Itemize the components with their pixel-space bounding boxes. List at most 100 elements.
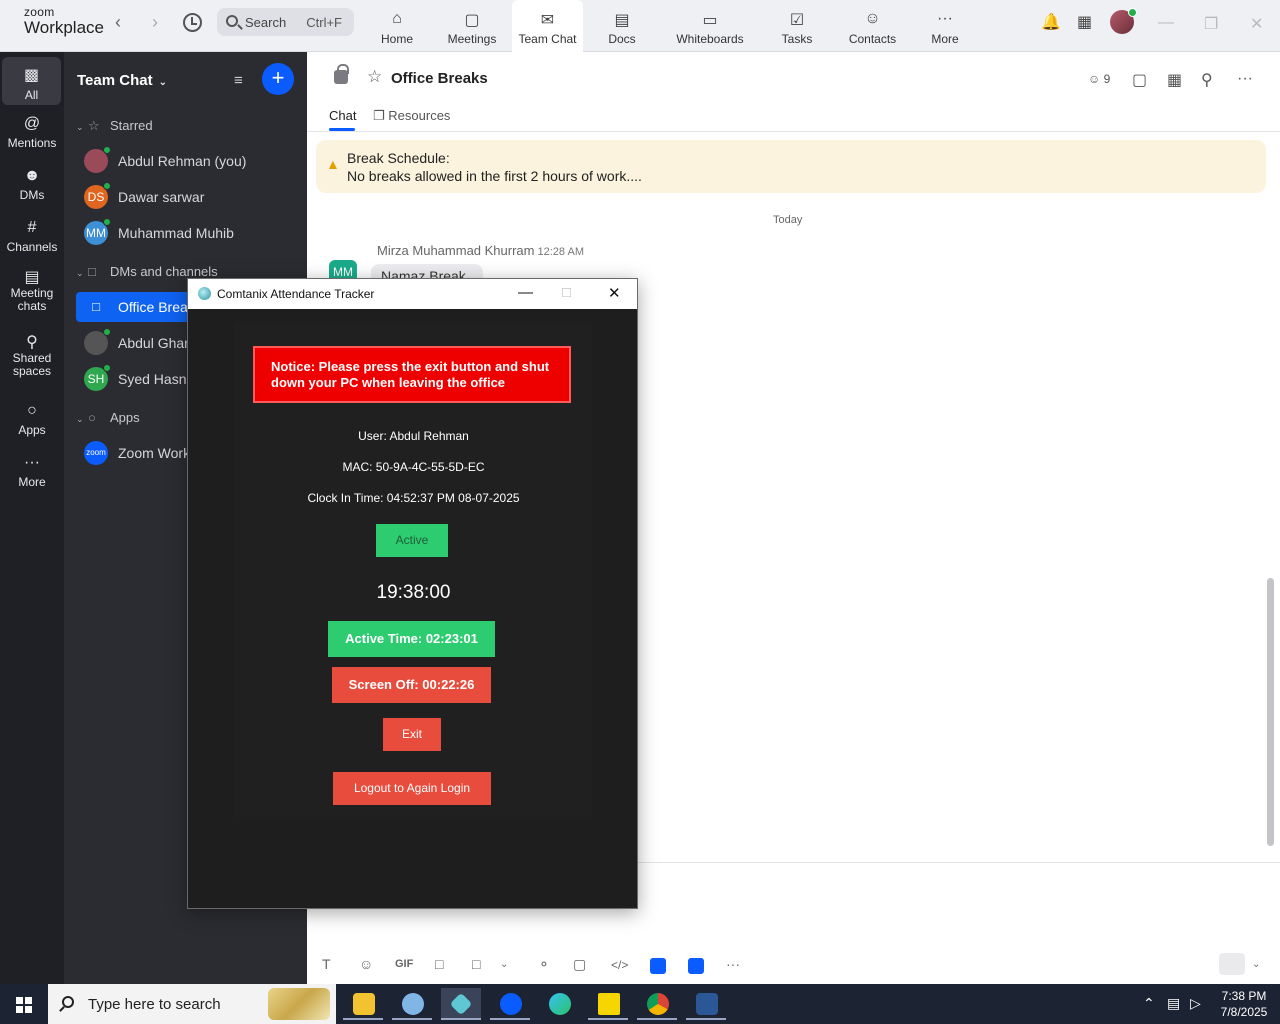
sidebar-item-muhammad-muhib[interactable]: MM Muhammad Muhib bbox=[76, 218, 296, 248]
tab-resources[interactable]: ❐ Resources bbox=[373, 108, 450, 124]
rail-item-all[interactable]: ▩ All bbox=[2, 57, 61, 105]
edge-browser-icon[interactable] bbox=[539, 988, 579, 1020]
logout-button[interactable]: Logout to Again Login bbox=[333, 772, 491, 805]
sidebar-item-label: Abdul Rehman (you) bbox=[118, 153, 247, 169]
rail-item-dms[interactable]: ☻ DMs bbox=[0, 167, 64, 202]
chat-bubble-icon: ▩ bbox=[23, 67, 40, 84]
members-button[interactable]: ☺ 9 bbox=[1088, 72, 1110, 86]
avatar: DS bbox=[84, 182, 111, 209]
home-icon: ⌂ bbox=[392, 10, 402, 27]
chat-header: ☆ Office Breaks ☺ 9 ▢ ▦ ⚲ ··· Chat ❐ Res… bbox=[307, 52, 1280, 132]
avatar-initials: DS bbox=[87, 190, 105, 204]
exit-notice: Notice: Please press the exit button and… bbox=[253, 346, 571, 403]
rail-label: All bbox=[24, 88, 39, 102]
search-icon[interactable]: ⚲ bbox=[1201, 70, 1213, 90]
avatar-initials: MM bbox=[86, 226, 106, 240]
paint-app-icon[interactable] bbox=[392, 988, 432, 1020]
calendar-icon[interactable]: ▦ bbox=[1167, 70, 1182, 90]
microphone-icon[interactable]: ⚬ bbox=[538, 956, 550, 973]
tab-tasks[interactable]: ☑ Tasks bbox=[772, 0, 822, 52]
rail-item-mentions[interactable]: @ Mentions bbox=[0, 115, 64, 150]
code-snippet-icon[interactable]: </> bbox=[611, 958, 628, 972]
section-apps[interactable]: ⌄ ○ Apps bbox=[76, 410, 140, 425]
section-starred[interactable]: ⌄ ☆ Starred bbox=[76, 118, 153, 134]
network-icon[interactable]: ▤ bbox=[1167, 995, 1180, 1012]
zoom-logo: zoom Workplace bbox=[24, 6, 104, 36]
tab-docs[interactable]: ▤ Docs bbox=[597, 0, 647, 52]
more-icon[interactable]: ··· bbox=[726, 956, 740, 972]
minimize-icon[interactable]: — bbox=[518, 284, 533, 301]
tab-contacts[interactable]: ☺ Contacts bbox=[845, 0, 900, 52]
file-explorer-icon[interactable] bbox=[343, 988, 383, 1020]
rail-item-meeting-chats[interactable]: ▤ Meeting chats bbox=[0, 269, 64, 313]
windows-start-icon[interactable] bbox=[16, 997, 32, 1013]
history-icon[interactable] bbox=[183, 13, 202, 32]
sticky-notes-icon[interactable] bbox=[588, 988, 628, 1020]
video-icon[interactable]: ▢ bbox=[1132, 70, 1147, 90]
chat-scrollbar[interactable] bbox=[1267, 578, 1274, 846]
close-icon[interactable]: ✕ bbox=[608, 284, 621, 302]
avatar: SH bbox=[84, 364, 111, 391]
taskbar-clock[interactable]: 7:38 PM 7/8/2025 bbox=[1214, 988, 1274, 1020]
back-arrow-icon[interactable]: ‹ bbox=[115, 12, 121, 33]
chevron-down-icon[interactable]: ⌄ bbox=[500, 959, 508, 970]
filter-icon[interactable]: ≡ bbox=[234, 72, 250, 89]
file-icon[interactable]: □ bbox=[435, 956, 443, 972]
tab-more[interactable]: ··· More bbox=[922, 0, 968, 52]
rail-item-apps[interactable]: ○ Apps bbox=[0, 402, 64, 437]
emoji-icon[interactable]: ☺ bbox=[359, 956, 373, 972]
chevron-up-icon[interactable]: ⌃ bbox=[1143, 995, 1155, 1012]
send-button[interactable] bbox=[1219, 953, 1245, 975]
forward-arrow-icon[interactable]: › bbox=[152, 12, 158, 33]
tab-whiteboards[interactable]: ▭ Whiteboards bbox=[670, 0, 750, 52]
tracker-title-bar[interactable]: Comtanix Attendance Tracker — □ ✕ bbox=[188, 279, 637, 309]
star-icon[interactable]: ☆ bbox=[367, 67, 382, 87]
close-icon[interactable]: ✕ bbox=[1250, 14, 1263, 34]
taskbar-search[interactable]: Type here to search bbox=[48, 984, 336, 1024]
sidebar-item-dawar-sarwar[interactable]: DS Dawar sarwar bbox=[76, 182, 296, 212]
calendar-icon[interactable]: ▦ bbox=[1077, 12, 1092, 32]
section-dms-channels[interactable]: ⌄ □ DMs and channels bbox=[76, 264, 218, 279]
bell-icon[interactable]: 🔔 bbox=[1041, 12, 1061, 32]
calendar-icon: ▤ bbox=[24, 269, 40, 286]
minimize-icon[interactable]: — bbox=[1158, 14, 1174, 32]
avatar: MM bbox=[84, 218, 111, 245]
tracker-taskbar-icon[interactable] bbox=[441, 988, 481, 1020]
format-text-icon[interactable]: T bbox=[322, 956, 331, 972]
sidebar-item-abdul-rehman[interactable]: Abdul Rehman (you) bbox=[76, 146, 296, 176]
screenshot-icon[interactable]: □ bbox=[472, 956, 480, 972]
restore-icon[interactable]: ❐ bbox=[1204, 14, 1218, 34]
tab-meetings[interactable]: ▢ Meetings bbox=[442, 0, 502, 52]
chrome-browser-icon[interactable] bbox=[637, 988, 677, 1020]
volume-icon[interactable]: ▷ bbox=[1190, 995, 1201, 1012]
avatar[interactable]: MM bbox=[329, 260, 357, 280]
app-shortcut-icon[interactable] bbox=[650, 958, 666, 974]
logo-line-2: Workplace bbox=[24, 18, 104, 37]
gif-icon[interactable]: GIF bbox=[395, 958, 413, 970]
chevron-down-icon[interactable]: ⌄ bbox=[1252, 959, 1260, 970]
new-chat-button[interactable]: + bbox=[262, 63, 294, 95]
tab-team-chat[interactable]: ✉ Team Chat bbox=[512, 0, 583, 52]
word-app-icon[interactable] bbox=[686, 988, 726, 1020]
pinned-message[interactable]: ▲ Break Schedule: No breaks allowed in t… bbox=[316, 140, 1266, 193]
rail-item-more[interactable]: ··· More bbox=[0, 454, 64, 489]
avatar[interactable] bbox=[1110, 8, 1137, 34]
status-badge: Active bbox=[376, 524, 448, 557]
pin-icon: ▲ bbox=[326, 156, 340, 172]
chevron-down-icon: ⌄ bbox=[158, 77, 167, 88]
more-icon[interactable]: ··· bbox=[1237, 70, 1253, 88]
maximize-icon[interactable]: □ bbox=[562, 284, 571, 301]
exit-button[interactable]: Exit bbox=[383, 718, 441, 751]
tab-chat[interactable]: Chat bbox=[329, 108, 356, 123]
search-box[interactable]: Search Ctrl+F bbox=[217, 8, 354, 36]
zoom-taskbar-icon[interactable] bbox=[490, 988, 530, 1020]
rail-item-shared-spaces[interactable]: ⚲ Shared spaces bbox=[0, 335, 64, 378]
rail-item-channels[interactable]: # Channels bbox=[0, 219, 64, 254]
sidebar-title[interactable]: Team Chat ⌄ bbox=[77, 72, 167, 89]
tab-home[interactable]: ⌂ Home bbox=[372, 0, 422, 52]
mac-label: MAC: 50-9A-4C-55-5D-EC bbox=[342, 460, 485, 474]
app-shortcut-icon[interactable] bbox=[688, 958, 704, 974]
member-count: 9 bbox=[1103, 72, 1111, 86]
compose-toolbar: T ☺ GIF □ □ ⌄ ⚬ ▢ </> ··· ⌄ bbox=[307, 948, 1280, 984]
video-message-icon[interactable]: ▢ bbox=[573, 956, 586, 973]
